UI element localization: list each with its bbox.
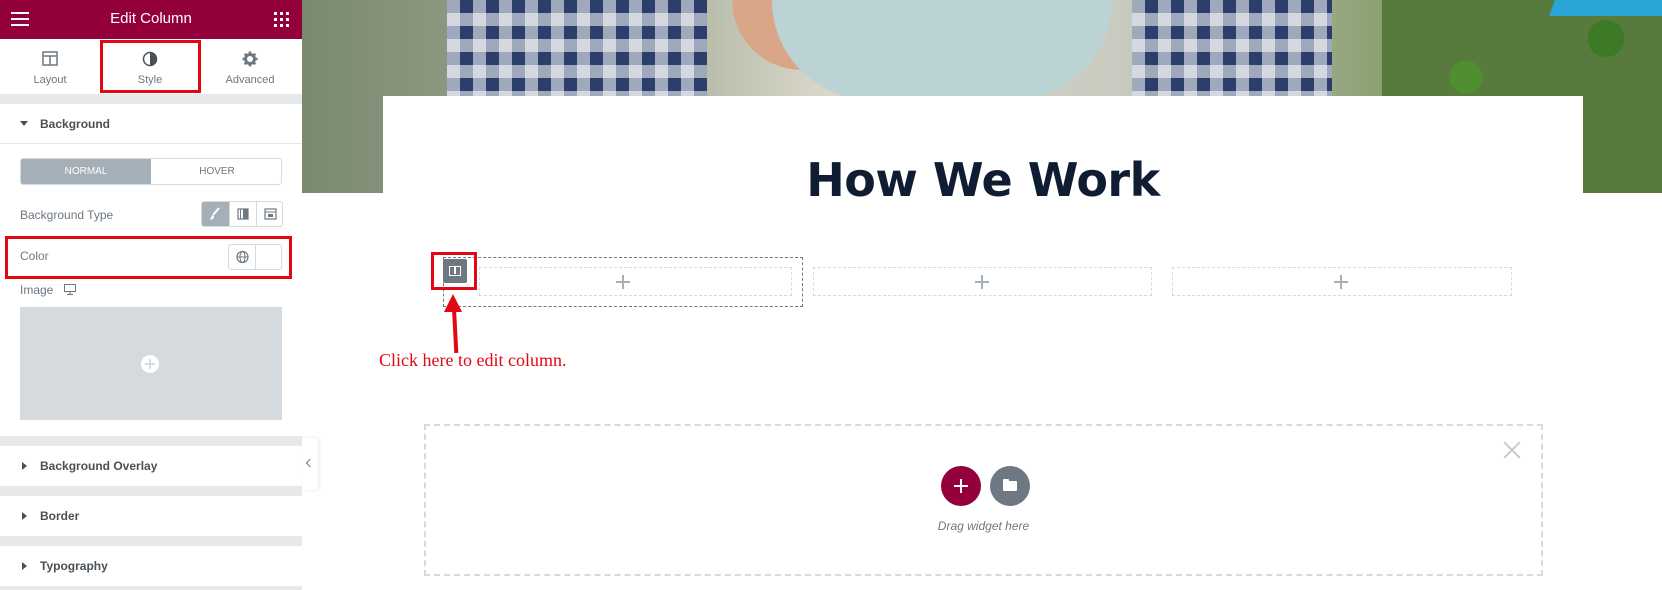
widget-dropzone[interactable]: [424, 424, 1543, 576]
background-type-control: [201, 201, 283, 227]
state-switcher: NORMAL HOVER: [20, 158, 282, 185]
video-icon[interactable]: [256, 202, 282, 226]
background-section-header[interactable]: Background: [0, 104, 302, 144]
editor-panel: Edit Column Layout Style Advanced Backgr…: [0, 0, 302, 590]
gradient-icon[interactable]: [229, 202, 256, 226]
add-widget-plus-icon[interactable]: [975, 275, 989, 289]
caret-right-icon: [22, 562, 27, 570]
border-section[interactable]: Border: [0, 496, 302, 536]
add-image-icon[interactable]: [141, 355, 159, 373]
collapse-panel-button[interactable]: [302, 438, 318, 490]
style-tab-highlight: [100, 40, 201, 93]
image-label: Image: [20, 283, 54, 297]
section-title: Typography: [40, 559, 108, 573]
background-type-label: Background Type: [20, 208, 114, 222]
tab-normal[interactable]: NORMAL: [21, 159, 151, 184]
background-overlay-section[interactable]: Background Overlay: [0, 446, 302, 486]
column-1-empty[interactable]: [479, 267, 792, 296]
layout-icon: [42, 51, 58, 66]
caret-down-icon: [20, 121, 28, 126]
tab-layout[interactable]: Layout: [0, 39, 100, 95]
tab-advanced[interactable]: Advanced: [200, 39, 300, 95]
tab-hover[interactable]: HOVER: [152, 159, 281, 184]
dropzone-text: Drag widget here: [937, 519, 1030, 533]
template-library-button[interactable]: [990, 466, 1030, 506]
tab-advanced-label: Advanced: [225, 74, 275, 86]
add-widget-plus-icon[interactable]: [1334, 275, 1348, 289]
add-section-button[interactable]: [941, 466, 981, 506]
color-row-highlight: [5, 236, 292, 279]
gear-icon: [242, 51, 258, 67]
folder-icon: [1003, 479, 1017, 491]
section-title: Border: [40, 509, 80, 523]
panel-header: Edit Column: [0, 0, 302, 39]
tab-layout-label: Layout: [33, 74, 67, 86]
close-icon[interactable]: [1503, 441, 1521, 459]
add-widget-plus-icon[interactable]: [616, 275, 630, 289]
desktop-icon[interactable]: [64, 284, 76, 295]
annotation-arrow-head: [444, 294, 462, 312]
column-handle-highlight: [431, 252, 477, 290]
section-title: Background Overlay: [40, 459, 158, 473]
panel-title: Edit Column: [110, 10, 192, 27]
classic-brush-icon[interactable]: [202, 202, 229, 226]
annotation-text: Click here to edit column.: [379, 350, 567, 370]
caret-right-icon: [22, 512, 27, 520]
widgets-grid-icon[interactable]: [274, 12, 289, 27]
background-section-title: Background: [40, 117, 111, 131]
typography-section[interactable]: Typography: [0, 546, 302, 586]
page-heading[interactable]: How We Work: [383, 153, 1583, 207]
caret-right-icon: [22, 462, 27, 470]
chevron-left-icon: [305, 458, 315, 468]
